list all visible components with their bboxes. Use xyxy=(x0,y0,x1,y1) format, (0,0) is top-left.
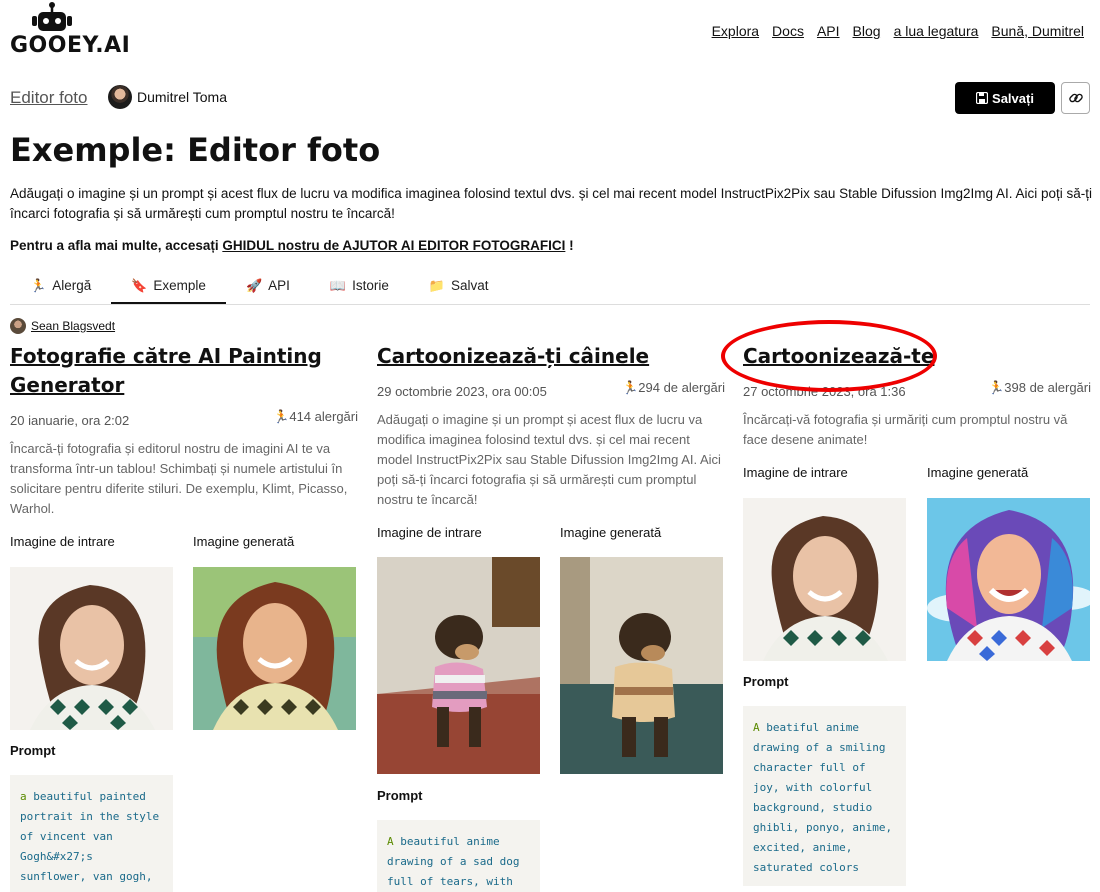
tab-examples[interactable]: 🔖 Exemple xyxy=(111,268,226,304)
image-labels: Imagine de intrare Imagine generată xyxy=(743,465,1091,485)
robot-logo-icon xyxy=(32,2,72,31)
example-card: Cartoonizează-ți câinele 29 octombrie 20… xyxy=(377,342,725,510)
output-image[interactable] xyxy=(193,567,356,730)
gooey-logo[interactable]: GOOEY.AI xyxy=(10,2,135,58)
bookmark-icon: 🔖 xyxy=(131,278,148,293)
input-image[interactable] xyxy=(377,557,540,774)
run-count-text: 414 alergări xyxy=(289,409,358,424)
nav-docs[interactable]: Docs xyxy=(772,23,804,39)
tab-label: Exemple xyxy=(153,278,206,293)
tab-label: Istorie xyxy=(352,278,389,293)
run-count: 🏃398 de alergări xyxy=(988,380,1091,396)
runner-icon: 🏃 xyxy=(622,380,639,395)
run-count-text: 294 de alergări xyxy=(638,380,725,395)
help-guide-link[interactable]: GHIDUL nostru de AJUTOR AI EDITOR FOTOGR… xyxy=(222,238,565,253)
card-description: Încarcă-ți fotografia și editorul nostru… xyxy=(10,441,348,516)
prompt-text-box: A beautiful anime drawing of a sad dog f… xyxy=(377,820,540,892)
highlight-circle-annotation xyxy=(721,320,937,392)
nav-contact[interactable]: a lua legatura xyxy=(894,23,979,39)
run-count: 🏃414 alergări xyxy=(273,409,358,425)
copy-link-button[interactable] xyxy=(1061,82,1090,114)
nav-blog[interactable]: Blog xyxy=(853,23,881,39)
tab-label: Salvat xyxy=(451,278,489,293)
top-navigation: Explora Docs API Blog a lua legatura Bun… xyxy=(699,23,1084,39)
help-text: Pentru a afla mai multe, accesați GHIDUL… xyxy=(10,238,574,253)
nav-explora[interactable]: Explora xyxy=(712,23,759,39)
nav-account[interactable]: Bună, Dumitrel xyxy=(991,23,1084,39)
output-image-label: Imagine generată xyxy=(927,465,1029,480)
input-image-label: Imagine de intrare xyxy=(10,534,115,549)
prompt-text-box: A beatiful anime drawing of a smiling ch… xyxy=(743,706,906,886)
output-image[interactable] xyxy=(560,557,723,774)
prompt-text: beautiful painted portrait in the style … xyxy=(20,790,160,883)
input-image[interactable] xyxy=(743,498,906,661)
prompt-text: beautiful anime drawing of a sad dog ful… xyxy=(387,835,520,888)
prompt-text-box: a beautiful painted portrait in the styl… xyxy=(10,775,173,892)
input-image-label: Imagine de intrare xyxy=(377,525,482,540)
card-date: 20 ianuarie, ora 2:02 xyxy=(10,413,130,428)
tab-bar: 🏃 Alergă 🔖 Exemple 🚀 API 📖 Istorie 📁 Salvat xyxy=(10,268,1090,305)
floppy-disk-icon xyxy=(976,92,989,104)
output-image[interactable] xyxy=(927,498,1090,661)
author-name: Dumitrel Toma xyxy=(137,89,227,105)
input-image-label: Imagine de intrare xyxy=(743,465,848,480)
card-title-link[interactable]: Fotografie către AI Painting Generator xyxy=(10,342,358,400)
runner-icon: 🏃 xyxy=(30,278,47,293)
prompt-label: Prompt xyxy=(743,674,789,689)
prompt-first-word: A xyxy=(387,835,394,848)
breadcrumb-editor-foto[interactable]: Editor foto xyxy=(10,88,88,108)
example-card: Fotografie către AI Painting Generator 2… xyxy=(10,342,358,519)
tab-history[interactable]: 📖 Istorie xyxy=(310,268,409,304)
author-avatar xyxy=(108,85,132,109)
input-image[interactable] xyxy=(10,567,173,730)
prompt-label: Prompt xyxy=(10,743,56,758)
link-icon xyxy=(1068,93,1083,103)
prompt-label: Prompt xyxy=(377,788,423,803)
help-suffix: ! xyxy=(565,238,574,253)
prompt-first-word: A xyxy=(753,721,760,734)
card-date: 29 octombrie 2023, ora 00:05 xyxy=(377,384,547,399)
book-icon: 📖 xyxy=(329,278,347,293)
run-count-text: 398 de alergări xyxy=(1004,380,1091,395)
rocket-icon: 🚀 xyxy=(245,278,263,293)
page-description: Adăugați o imagine și un prompt și acest… xyxy=(10,186,1093,221)
tab-saved[interactable]: 📁 Salvat xyxy=(409,268,509,304)
card-description: Adăugați o imagine și un prompt și acest… xyxy=(377,412,721,507)
contributor-name: Sean Blagsvedt xyxy=(31,319,116,333)
tab-label: API xyxy=(268,278,290,293)
output-image-label: Imagine generată xyxy=(560,525,662,540)
tab-api[interactable]: 🚀 API xyxy=(226,268,310,304)
image-labels: Imagine de intrare Imagine generată xyxy=(377,525,725,545)
card-title-link[interactable]: Cartoonizează-ți câinele xyxy=(377,342,725,371)
folder-icon: 📁 xyxy=(428,278,446,293)
prompt-first-word: a xyxy=(20,790,27,803)
runner-icon: 🏃 xyxy=(273,409,290,424)
card-description: Încărcați-vă fotografia și urmăriți cum … xyxy=(743,412,1068,447)
output-image-label: Imagine generată xyxy=(193,534,295,549)
tab-run[interactable]: 🏃 Alergă xyxy=(10,268,111,304)
nav-api[interactable]: API xyxy=(817,23,840,39)
image-labels: Imagine de intrare Imagine generată xyxy=(10,534,358,554)
contributor-avatar xyxy=(10,318,26,334)
author-chip[interactable]: Dumitrel Toma xyxy=(108,85,227,109)
card-meta: 29 octombrie 2023, ora 00:05 🏃294 de ale… xyxy=(377,380,725,404)
logo-text: GOOEY.AI xyxy=(10,33,131,58)
card-meta: 20 ianuarie, ora 2:02 🏃414 alergări xyxy=(10,409,358,433)
prompt-text: beatiful anime drawing of a smiling char… xyxy=(753,721,893,874)
page-title: Exemple: Editor foto xyxy=(10,131,381,169)
contributor[interactable]: Sean Blagsvedt xyxy=(10,318,115,334)
runner-icon: 🏃 xyxy=(988,380,1005,395)
save-button[interactable]: Salvați xyxy=(955,82,1055,114)
run-count: 🏃294 de alergări xyxy=(622,380,725,396)
save-label: Salvați xyxy=(992,90,1034,106)
tab-label: Alergă xyxy=(52,278,92,293)
help-prefix: Pentru a afla mai multe, accesați xyxy=(10,238,223,253)
